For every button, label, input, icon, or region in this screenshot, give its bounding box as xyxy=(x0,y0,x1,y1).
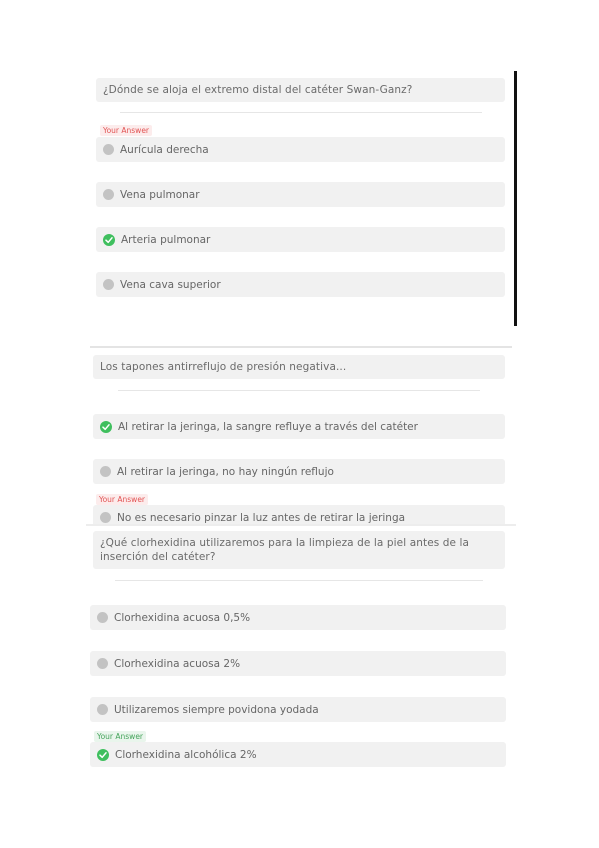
option-label: Clorhexidina acuosa 0,5% xyxy=(114,611,251,624)
your-answer-tag-q2: Your Answer xyxy=(96,494,149,505)
q1-option-4[interactable]: Vena cava superior xyxy=(96,272,505,297)
q2-option-2[interactable]: Al retirar la jeringa, no hay ningún ref… xyxy=(93,459,505,484)
your-answer-tag-q3: Your Answer xyxy=(94,731,147,742)
scrollbar[interactable] xyxy=(514,71,517,326)
question-2-label: Los tapones antirreflujo de presión nega… xyxy=(100,361,347,373)
q2-option-3-clip: No es necesario pinzar la luz antes de r… xyxy=(93,505,505,524)
radio-icon xyxy=(100,466,111,477)
radio-icon xyxy=(100,512,111,523)
radio-icon xyxy=(97,658,108,669)
option-label: Utilizaremos siempre povidona yodada xyxy=(114,703,319,716)
option-label: No es necesario pinzar la luz antes de r… xyxy=(117,511,406,524)
question-3-divider xyxy=(115,580,483,581)
option-label: Al retirar la jeringa, la sangre refluye… xyxy=(118,420,418,433)
option-label: Clorhexidina acuosa 2% xyxy=(114,657,241,670)
option-label: Vena pulmonar xyxy=(120,188,200,201)
question-2-divider xyxy=(118,390,480,391)
q3-option-1[interactable]: Clorhexidina acuosa 0,5% xyxy=(90,605,506,630)
your-answer-tag-q1: Your Answer xyxy=(100,125,153,136)
radio-icon xyxy=(103,144,114,155)
option-label: Al retirar la jeringa, no hay ningún ref… xyxy=(117,465,334,478)
question-3-label: ¿Qué clorhexidina utilizaremos para la l… xyxy=(100,537,470,563)
question-1-label: ¿Dónde se aloja el extremo distal del ca… xyxy=(103,84,413,96)
question-1-divider xyxy=(120,112,482,113)
question-1-text: ¿Dónde se aloja el extremo distal del ca… xyxy=(96,78,505,102)
question-2-text: Los tapones antirreflujo de presión nega… xyxy=(93,355,505,379)
check-circle-icon xyxy=(103,233,115,246)
option-label: Arteria pulmonar xyxy=(121,233,211,246)
q1-option-1[interactable]: Aurícula derecha xyxy=(96,137,505,162)
q2-option-1[interactable]: Al retirar la jeringa, la sangre refluye… xyxy=(93,414,505,439)
q3-option-3[interactable]: Utilizaremos siempre povidona yodada xyxy=(90,697,506,722)
check-circle-icon xyxy=(97,748,109,761)
q3-option-4[interactable]: Clorhexidina alcohólica 2% xyxy=(90,742,506,767)
radio-icon xyxy=(97,704,108,715)
q1-option-3[interactable]: Arteria pulmonar xyxy=(96,227,505,252)
radio-icon xyxy=(103,279,114,290)
section-separator xyxy=(90,346,512,348)
check-circle-icon xyxy=(100,420,112,433)
radio-icon xyxy=(103,189,114,200)
question-3-text: ¿Qué clorhexidina utilizaremos para la l… xyxy=(93,531,505,569)
option-label: Aurícula derecha xyxy=(120,143,209,156)
option-label: Vena cava superior xyxy=(120,278,221,291)
q3-option-2[interactable]: Clorhexidina acuosa 2% xyxy=(90,651,506,676)
option-label: Clorhexidina alcohólica 2% xyxy=(115,748,257,761)
q2-option-3[interactable]: No es necesario pinzar la luz antes de r… xyxy=(93,505,505,524)
radio-icon xyxy=(97,612,108,623)
q1-option-2[interactable]: Vena pulmonar xyxy=(96,182,505,207)
section-separator xyxy=(86,524,516,526)
